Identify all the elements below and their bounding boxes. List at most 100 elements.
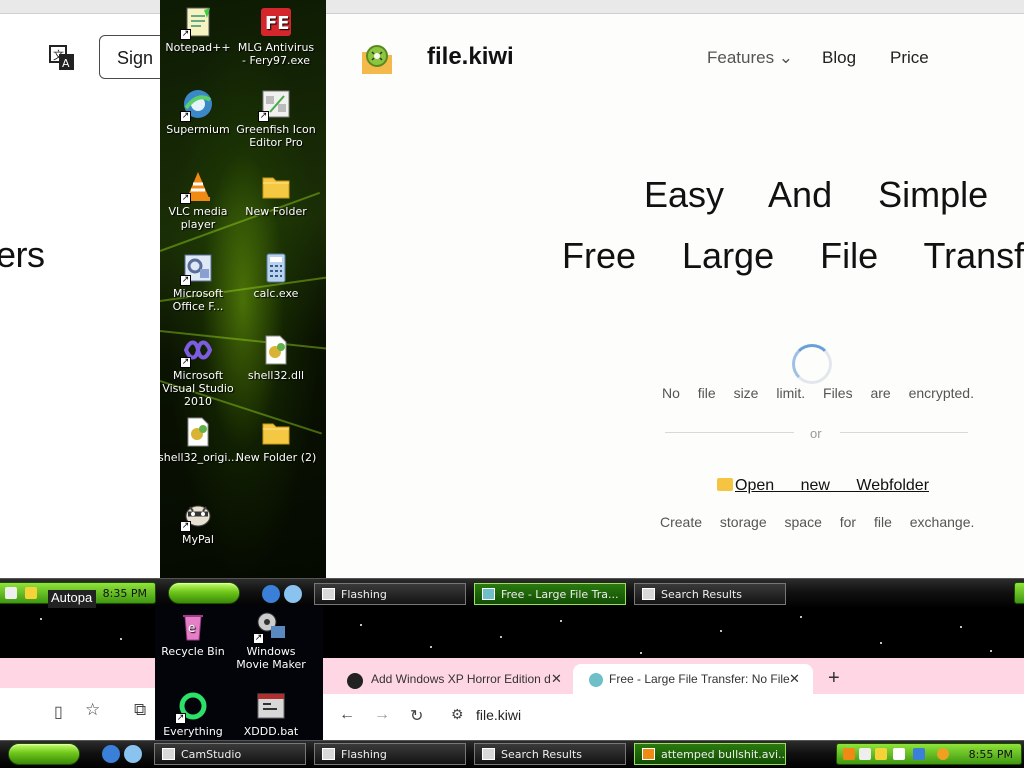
window-icon (162, 748, 175, 760)
tray-window-icon[interactable] (859, 748, 871, 760)
taskbar-button-flashing[interactable]: Flashing (314, 583, 466, 605)
network-icon[interactable] (913, 748, 925, 760)
everything-icon: ↗ (175, 690, 209, 724)
taskbar-clock: 8:55 PM (968, 748, 1013, 761)
folder-icon (260, 416, 292, 448)
desktop-icon-label: Recycle Bin (161, 645, 225, 658)
folder-icon (260, 170, 292, 202)
file-kiwi-page: file.kiwi Features ⌄ Blog Price Easy And… (326, 0, 1024, 578)
taskbar-button-label: Search Results (501, 748, 583, 761)
hero-title-line-2: Free Large File Transfe (562, 235, 1024, 276)
divider-right (840, 432, 968, 433)
shield-icon (25, 587, 37, 599)
tab-github[interactable]: Add Windows XP Horror Edition d ✕ (323, 664, 573, 694)
taskbar-button-label: Free - Large File Tra... (501, 588, 619, 601)
desktop-icon-new-folder[interactable]: New Folder (235, 170, 317, 218)
bookmark-star-icon[interactable]: ☆ (85, 700, 100, 720)
desktop-icon-supermium[interactable]: ↗ Supermium (160, 88, 239, 136)
desktop-icon-movie-maker[interactable]: ↗ Windows Movie Maker (230, 610, 312, 671)
nav-price[interactable]: Price (890, 48, 929, 68)
extensions-icon[interactable]: ⧉ (134, 700, 146, 720)
ie-icon[interactable] (102, 745, 120, 763)
tab-title: Add Windows XP Horror Edition d (371, 672, 551, 686)
desktop-icon-everything[interactable]: ↗ Everything (152, 690, 234, 738)
desktop-icon-visual-studio[interactable]: ↗ Microsoft Visual Studio 2010 (160, 334, 239, 408)
movie-maker-icon: ↗ (253, 610, 287, 644)
open-webfolder-link[interactable]: Open new Webfolder (717, 477, 929, 495)
chrome-window: Add Windows XP Horror Edition d ✕ Free -… (323, 658, 1024, 740)
taskbar-button-free-large-file[interactable]: Free - Large File Tra... (474, 583, 626, 605)
new-tab-icon[interactable]: + (828, 667, 840, 690)
window-icon (322, 588, 335, 600)
tray-window-icon (5, 587, 17, 599)
desktop-icon-recycle-bin[interactable]: e Recycle Bin (152, 610, 234, 658)
nav-blog[interactable]: Blog (822, 48, 856, 68)
quicklaunch-icon[interactable] (124, 745, 142, 763)
tagline: No file size limit. Files are encrypted. (662, 385, 974, 401)
nav-features[interactable]: Features ⌄ (707, 48, 793, 68)
desktop-icon-new-folder-2[interactable]: New Folder (2) (235, 416, 317, 464)
desktop-icon-mypal[interactable]: ↗ MyPal (160, 498, 239, 546)
taskbar-button-label: CamStudio (181, 748, 242, 761)
calculator-icon (260, 252, 292, 284)
search-icon[interactable] (937, 748, 949, 760)
translate-icon[interactable]: 文 A (48, 44, 76, 72)
desktop-icon-label: New Folder (2) (235, 451, 317, 464)
taskbar-button-flashing[interactable]: Flashing (314, 743, 466, 765)
search-window-icon (642, 588, 655, 600)
desktop-icon-greenfish[interactable]: ↗ Greenfish Icon Editor Pro (235, 88, 317, 149)
taskbar-button-search-results[interactable]: Search Results (474, 743, 626, 765)
vlc-tray-icon[interactable] (843, 748, 855, 760)
tab-file-kiwi[interactable]: Free - Large File Transfer: No File ✕ (573, 664, 813, 694)
start-button[interactable] (168, 582, 240, 604)
taskbar-button-avi[interactable]: attemped bullshit.avi... (634, 743, 786, 765)
desktop-icon-xddd-bat[interactable]: XDDD.bat (230, 690, 312, 738)
sign-in-button[interactable]: Sign (99, 35, 160, 79)
desktop-icon-label: MLG Antivirus - Fery97.exe (237, 41, 315, 67)
speaker-icon[interactable] (893, 748, 905, 760)
close-icon[interactable]: ✕ (789, 671, 800, 687)
tab-title: Free - Large File Transfer: No File (609, 672, 790, 686)
shield-icon[interactable] (875, 748, 887, 760)
left-browser-page: 文 A Sign ers (0, 0, 160, 578)
desktop-icon-calc[interactable]: calc.exe (235, 252, 317, 300)
reload-icon[interactable]: ↻ (410, 706, 423, 726)
vlc-icon: ↗ (180, 170, 214, 204)
brand-name[interactable]: file.kiwi (427, 43, 514, 71)
desktop-icon-vlc[interactable]: ↗ VLC media player (160, 170, 239, 231)
dll-icon (182, 416, 214, 448)
taskbar-button-camstudio[interactable]: CamStudio (154, 743, 306, 765)
desktop-icon-notepadpp[interactable]: ↗ Notepad++ (160, 6, 239, 54)
close-icon[interactable]: ✕ (551, 671, 562, 687)
ie-icon[interactable] (262, 585, 280, 603)
upper-right-tray[interactable] (1014, 582, 1024, 604)
svg-text:A: A (62, 57, 70, 70)
quicklaunch-icon[interactable] (284, 585, 302, 603)
desktop-icon-label: MyPal (182, 533, 214, 546)
desktop-icon-label: shell32_origi... (160, 451, 238, 464)
start-button[interactable] (8, 743, 80, 765)
desktop-icon-office[interactable]: ↗ Microsoft Office F... (160, 252, 239, 313)
forward-icon[interactable]: → (374, 706, 390, 724)
desktop-icon-antivirus[interactable]: FE MLG Antivirus - Fery97.exe (235, 6, 317, 67)
desktop-icon-shell32-orig[interactable]: shell32_origi... (160, 416, 239, 464)
site-info-icon[interactable]: ⚙ (451, 706, 464, 723)
system-tray[interactable]: 8:55 PM (836, 743, 1022, 765)
office-icon: ↗ (180, 252, 214, 286)
dll-icon (260, 334, 292, 366)
kiwi-page-top-strip (326, 0, 1024, 14)
vlc-icon (642, 748, 655, 760)
back-icon[interactable]: ← (339, 706, 355, 724)
desktop-icon-label: Windows Movie Maker (236, 645, 306, 671)
desktop-icon-label: shell32.dll (247, 369, 305, 382)
taskbar-button-search-results[interactable]: Search Results (634, 583, 786, 605)
antivirus-icon: FE (260, 6, 292, 38)
address-bar[interactable]: file.kiwi (476, 707, 521, 723)
kiwi-logo-icon[interactable] (360, 42, 396, 76)
notepadpp-icon: ↗ (180, 6, 214, 40)
hero-title-line-1: Easy And Simple (644, 174, 989, 215)
desktop-icon-shell32[interactable]: shell32.dll (235, 334, 317, 382)
chrome-toolbar-left: ▯ ☆ ⧉ (0, 688, 155, 740)
page-icon[interactable]: ▯ (54, 702, 63, 722)
loading-spinner (792, 344, 832, 384)
